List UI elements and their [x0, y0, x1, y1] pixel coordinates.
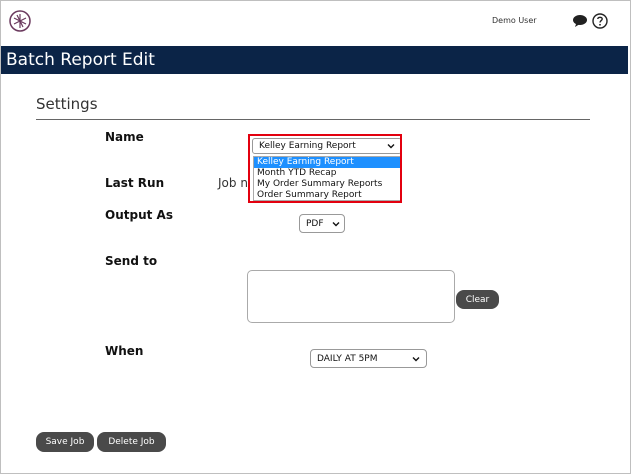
user-name[interactable]: Demo User: [492, 16, 537, 25]
top-bar: Demo User: [1, 1, 630, 41]
delete-job-button[interactable]: Delete Job: [97, 432, 166, 452]
output-select[interactable]: PDF: [299, 214, 345, 233]
name-label: Name: [105, 130, 144, 144]
chevron-down-icon: [332, 221, 340, 226]
when-label: When: [105, 344, 144, 358]
clear-button[interactable]: Clear: [456, 290, 499, 309]
save-job-button[interactable]: Save Job: [36, 432, 94, 452]
output-label: Output As: [105, 208, 173, 222]
help-icon[interactable]: [592, 13, 608, 29]
when-select-value: DAILY AT 5PM: [317, 353, 378, 364]
last-run-label: Last Run: [105, 176, 165, 190]
logo-icon[interactable]: [9, 10, 31, 32]
chat-icon[interactable]: [572, 14, 588, 28]
section-heading: Settings: [36, 95, 98, 113]
chevron-down-icon: [412, 356, 420, 361]
highlight-box: [248, 134, 402, 203]
send-to-textarea[interactable]: [247, 270, 455, 323]
last-run-value: Job n: [218, 176, 248, 190]
title-bar: Batch Report Edit: [1, 46, 628, 74]
section-divider: [36, 119, 590, 120]
output-select-value: PDF: [306, 218, 324, 229]
page-title: Batch Report Edit: [6, 50, 155, 70]
send-to-label: Send to: [105, 254, 158, 268]
when-select[interactable]: DAILY AT 5PM: [310, 349, 427, 368]
